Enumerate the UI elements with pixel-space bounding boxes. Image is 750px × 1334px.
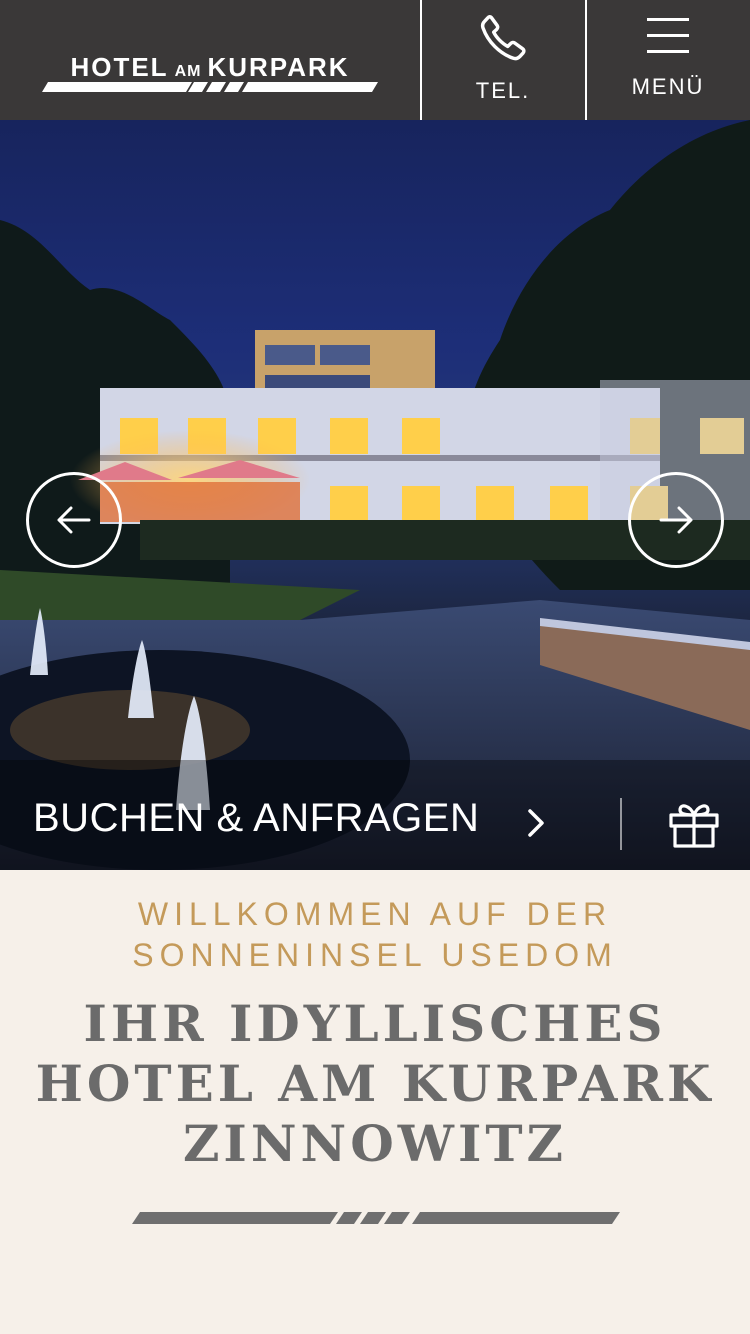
headline-line3: ZINNOWITZ	[182, 1114, 568, 1173]
welcome-kicker-line1: WILLKOMMEN AUF DER	[137, 896, 613, 932]
hero-slider[interactable]: BUCHEN & ANFRAGEN	[0, 120, 750, 870]
hotel-logo[interactable]: HOTEL AM KURPARK	[42, 52, 378, 94]
decorative-divider-icon	[132, 1212, 620, 1224]
phone-icon	[480, 15, 526, 61]
arrow-left-icon	[57, 506, 91, 534]
logo-word-kurpark: KURPARK	[207, 52, 350, 82]
headline-line1: IHR IDYLLISCHES	[83, 994, 667, 1053]
arrow-right-icon	[659, 506, 693, 534]
site-header: HOTEL AM KURPARK TEL. MENÜ	[0, 0, 750, 120]
slider-prev-button[interactable]	[26, 472, 122, 568]
book-bar-divider	[620, 798, 622, 850]
hamburger-menu-icon	[647, 18, 689, 53]
slider-next-button[interactable]	[628, 472, 724, 568]
book-and-inquire-link[interactable]: BUCHEN & ANFRAGEN	[33, 796, 479, 841]
welcome-kicker-line2: SONNENINSEL USEDOM	[132, 937, 618, 973]
logo-word-am: AM	[174, 63, 202, 80]
logo-text: HOTEL AM KURPARK	[42, 52, 378, 83]
menu-label: MENÜ	[631, 74, 705, 99]
menu-button[interactable]: MENÜ	[587, 0, 749, 120]
phone-label: TEL.	[475, 78, 531, 103]
logo-word-hotel: HOTEL	[70, 52, 169, 82]
chevron-right-icon[interactable]	[525, 808, 547, 838]
logo-underline-icon	[42, 82, 378, 92]
phone-button[interactable]: TEL.	[422, 0, 584, 120]
gift-icon[interactable]	[668, 801, 720, 849]
headline-line2: HOTEL AM KURPARK	[35, 1054, 715, 1113]
